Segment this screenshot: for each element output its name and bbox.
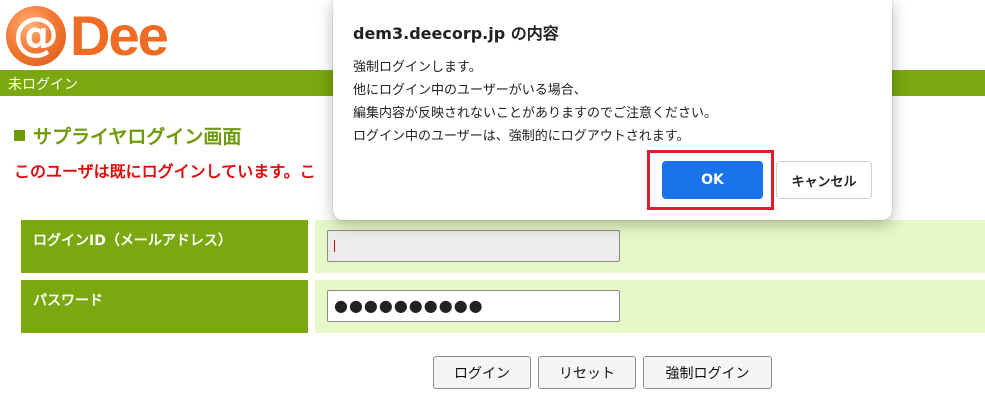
logo-at-mark: @ <box>6 6 66 66</box>
login-button[interactable]: ログイン <box>433 356 531 389</box>
dialog-title: dem3.deecorp.jp の内容 <box>353 24 559 43</box>
login-id-label-cell: ログインID（メールアドレス） <box>21 220 308 273</box>
dialog-message-line: 他にログイン中のユーザーがいる場合、 <box>353 83 587 98</box>
text-cursor <box>334 240 335 252</box>
title-square-icon <box>14 130 25 141</box>
ok-button[interactable]: OK <box>662 161 763 199</box>
password-masked-value: ●●●●●●●●●● <box>334 296 484 315</box>
dee-logo: @ Dee <box>6 4 169 67</box>
page-title-text: サプライヤログイン画面 <box>33 126 242 148</box>
password-value-cell: ●●●●●●●●●● <box>315 280 985 333</box>
password-label-cell: パスワード <box>21 280 308 333</box>
login-id-value-cell <box>315 220 985 273</box>
confirm-dialog: dem3.deecorp.jp の内容 強制ログインします。 他にログイン中のユ… <box>333 0 892 220</box>
dialog-message: 強制ログインします。 他にログイン中のユーザーがいる場合、 編集内容が反映されな… <box>353 56 717 148</box>
password-input[interactable]: ●●●●●●●●●● <box>327 290 620 322</box>
logo-text: Dee <box>70 4 169 67</box>
dialog-message-line: ログイン中のユーザーは、強制的にログアウトされます。 <box>353 129 690 144</box>
reset-button[interactable]: リセット <box>538 356 636 389</box>
password-row: パスワード ●●●●●●●●●● <box>21 280 985 333</box>
login-id-row: ログインID（メールアドレス） <box>21 220 985 273</box>
login-id-input[interactable] <box>327 230 620 262</box>
page-title: サプライヤログイン画面 <box>14 122 241 149</box>
force-login-button[interactable]: 強制ログイン <box>643 356 772 389</box>
login-status-text: 未ログイン <box>8 77 78 93</box>
dialog-message-line: 強制ログインします。 <box>353 60 482 75</box>
already-logged-in-warning: このユーザは既にログインしています。こ <box>14 162 316 181</box>
password-label: パスワード <box>33 293 103 309</box>
login-id-label: ログインID（メールアドレス） <box>33 233 232 249</box>
cancel-button[interactable]: キャンセル <box>776 161 872 199</box>
dialog-message-line: 編集内容が反映されないことがありますのでご注意ください。 <box>353 106 718 121</box>
